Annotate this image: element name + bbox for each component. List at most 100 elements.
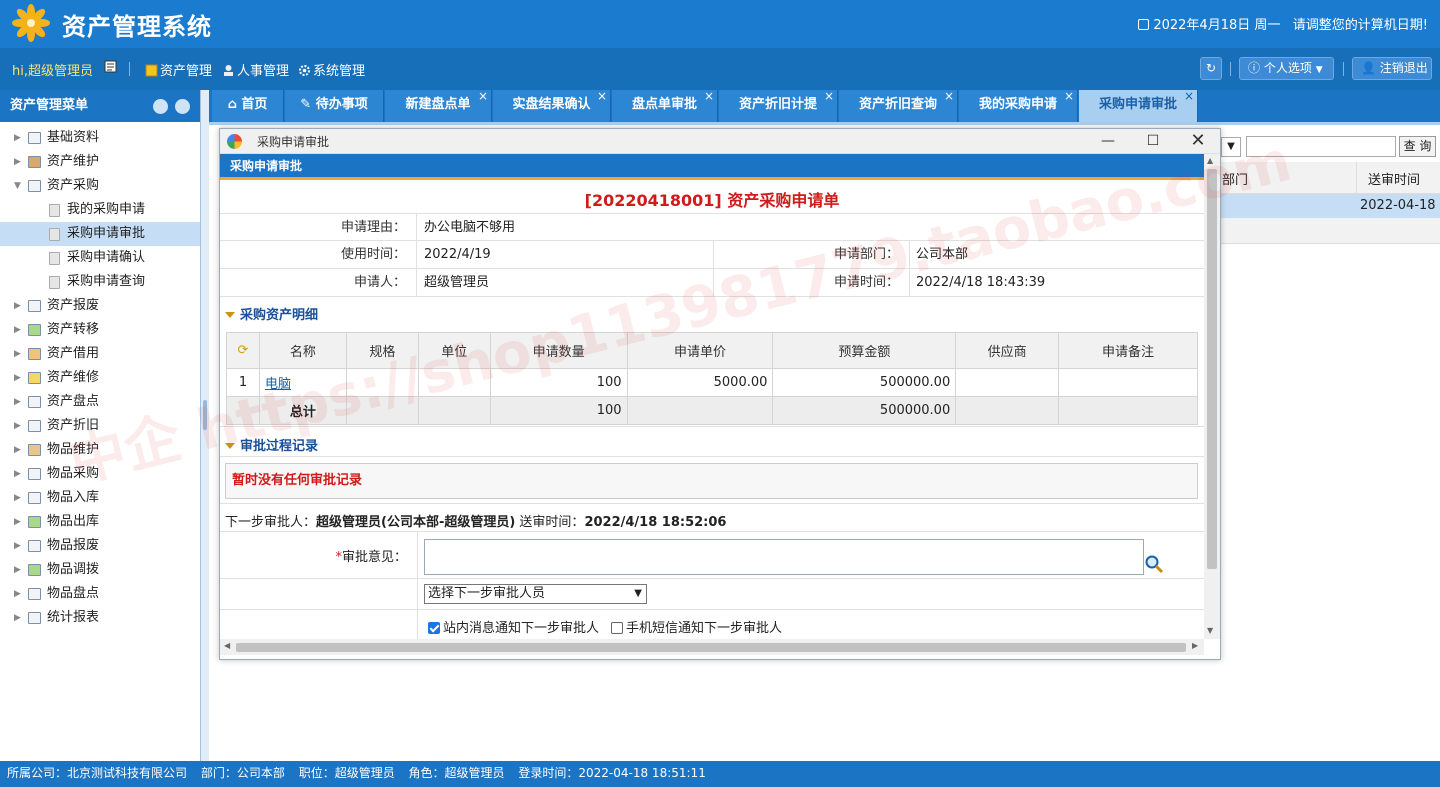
filter-select[interactable]: ▼ <box>1221 137 1241 157</box>
notify-sms-checkbox[interactable]: 手机短信通知下一步审批人 <box>611 617 782 636</box>
search-input[interactable] <box>1246 136 1396 157</box>
row-unit <box>417 368 491 397</box>
checkbox-unchecked[interactable] <box>611 622 623 634</box>
checkbox-checked[interactable] <box>428 622 440 634</box>
dialog-vertical-scrollbar[interactable]: ▲ ▼ <box>1204 154 1220 639</box>
menu-system-management[interactable]: 系统管理 <box>298 60 365 79</box>
apply-time-value: 2022/4/18 18:43:39 <box>916 275 1046 290</box>
transfer-icon <box>28 324 41 336</box>
row-amount: 500000.00 <box>772 368 957 397</box>
tab-inventory-approval[interactable]: 盘点单审批 × <box>612 89 718 122</box>
tab-depreciation-query[interactable]: 资产折旧查询 × <box>839 89 958 122</box>
scroll-up-icon[interactable]: ▲ <box>1207 156 1213 165</box>
total-row: 总计 100 500000.00 <box>226 396 1198 425</box>
browser-logo-icon <box>227 134 242 149</box>
sidebar-item-purchase-confirm[interactable]: 采购申请确认 <box>0 246 200 270</box>
sidebar-item-asset-repair[interactable]: ▶ 资产维修 <box>0 366 200 390</box>
next-step-info: 下一步审批人：超级管理员(公司本部-超级管理员) 送审时间：2022/4/18 … <box>225 511 726 530</box>
applicant-label: 申请人： <box>220 269 417 297</box>
grid-col-dept[interactable]: 部门 <box>1222 169 1248 188</box>
notify-site-checkbox[interactable]: 站内消息通知下一步审批人 <box>428 617 599 636</box>
tab-purchase-approval[interactable]: 采购申请审批 × <box>1079 89 1198 122</box>
sidebar-item-goods-inventory[interactable]: ▶ 物品盘点 <box>0 582 200 606</box>
scroll-right-icon[interactable]: ▶ <box>1192 641 1198 650</box>
scroll-down-icon[interactable]: ▼ <box>1207 626 1213 635</box>
sidebar-item-my-purchase[interactable]: 我的采购申请 <box>0 198 200 222</box>
history-section-header[interactable]: 审批过程记录 <box>225 435 318 454</box>
search-icon[interactable] <box>1144 554 1164 574</box>
sidebar-item-asset-inventory[interactable]: ▶ 资产盘点 <box>0 390 200 414</box>
splitter-grip[interactable] <box>203 400 207 430</box>
refresh-icon[interactable]: ⟳ <box>226 332 260 369</box>
close-icon[interactable]: × <box>944 81 954 111</box>
opinion-textarea[interactable] <box>424 539 1144 575</box>
close-icon[interactable]: × <box>1184 81 1194 111</box>
sidebar-item-asset-purchase[interactable]: ▼ 资产采购 <box>0 174 200 198</box>
close-icon[interactable]: × <box>478 81 488 111</box>
sidebar-item-reports[interactable]: ▶ 统计报表 <box>0 606 200 630</box>
sidebar-item-asset-transfer[interactable]: ▶ 资产转移 <box>0 318 200 342</box>
tab-depreciation-accrual[interactable]: 资产折旧计提 × <box>719 89 838 122</box>
sidebar-splitter[interactable] <box>201 90 209 761</box>
sidebar-item-goods-out[interactable]: ▶ 物品出库 <box>0 510 200 534</box>
sidebar-header: 资产管理菜单 <box>0 90 200 122</box>
tab-todo[interactable]: ✎ 待办事项 <box>285 90 384 122</box>
dialog-titlebar[interactable]: 采购申请审批 — ☐ ✕ <box>220 129 1220 154</box>
sidebar-item-label: 物品维护 <box>47 442 100 457</box>
grid-col-send-time[interactable]: 送审时间 <box>1368 169 1420 188</box>
asset-name-link[interactable]: 电脑 <box>265 377 291 392</box>
refresh-button[interactable]: ↻ <box>1200 57 1222 80</box>
total-amount: 500000.00 <box>772 396 957 425</box>
sidebar-item-goods-allocate[interactable]: ▶ 物品调拨 <box>0 558 200 582</box>
maximize-button[interactable]: ☐ <box>1143 131 1163 151</box>
sidebar-item-asset-depreciation[interactable]: ▶ 资产折旧 <box>0 414 200 438</box>
close-icon[interactable]: × <box>824 81 834 111</box>
close-icon[interactable]: × <box>597 81 607 111</box>
minimize-button[interactable]: — <box>1098 131 1118 151</box>
col-name: 名称 <box>258 332 347 369</box>
personal-options-button[interactable]: ⓘ 个人选项 ▼ <box>1239 57 1334 80</box>
page-icon <box>49 276 60 289</box>
total-blank <box>955 396 1060 425</box>
sidebar-item-asset-borrow[interactable]: ▶ 资产借用 <box>0 342 200 366</box>
notepad-icon[interactable] <box>104 60 119 75</box>
detail-section-header[interactable]: 采购资产明细 <box>225 304 318 323</box>
tab-new-inventory[interactable]: 新建盘点单 × <box>385 89 492 122</box>
chart-icon <box>28 612 41 624</box>
sidebar-item-purchase-query[interactable]: 采购申请查询 <box>0 270 200 294</box>
sidebar-item-label: 物品出库 <box>47 514 100 529</box>
collapse-icon[interactable] <box>153 99 168 114</box>
sidebar-item-goods-in[interactable]: ▶ 物品入库 <box>0 486 200 510</box>
scroll-thumb[interactable] <box>236 643 1186 652</box>
menu-hr-management[interactable]: 人事管理 <box>222 60 289 79</box>
scroll-left-icon[interactable]: ◀ <box>224 641 230 650</box>
sidebar-item-goods-maintain[interactable]: ▶ 物品维护 <box>0 438 200 462</box>
personal-options-label: 个人选项 <box>1263 61 1312 75</box>
sidebar-item-label: 资产借用 <box>47 346 100 361</box>
tab-home[interactable]: ⌂ 首页 <box>212 90 284 122</box>
sidebar-item-asset-maintain[interactable]: ▶ 资产维护 <box>0 150 200 174</box>
menu-asset-management[interactable]: 资产管理 <box>145 60 212 79</box>
scroll-thumb[interactable] <box>1207 169 1217 569</box>
tab-inventory-confirm[interactable]: 实盘结果确认 × <box>493 89 611 122</box>
box-icon <box>28 156 41 168</box>
sidebar-item-goods-purchase[interactable]: ▶ 物品采购 <box>0 462 200 486</box>
expand-arrow-icon: ▶ <box>14 541 21 551</box>
tab-my-purchase[interactable]: 我的采购申请 × <box>959 89 1078 122</box>
close-button[interactable]: ✕ <box>1188 131 1208 151</box>
refresh-icon: ↻ <box>1205 61 1217 75</box>
sidebar-item-asset-scrap[interactable]: ▶ 资产报废 <box>0 294 200 318</box>
row-remark <box>1058 368 1198 397</box>
gear-icon[interactable] <box>175 99 190 114</box>
sidebar-item-purchase-approval[interactable]: 采购申请审批 <box>0 222 200 246</box>
dialog-horizontal-scrollbar[interactable]: ◀ ▶ <box>220 639 1204 655</box>
sidebar-item-goods-scrap[interactable]: ▶ 物品报废 <box>0 534 200 558</box>
next-approver-select[interactable]: 选择下一步审批人员 ▼ <box>424 584 647 604</box>
close-icon[interactable]: × <box>1064 81 1074 111</box>
query-button[interactable]: 查 询 <box>1399 136 1436 157</box>
menu-asset-label: 资产管理 <box>160 64 213 79</box>
sidebar-item-basic[interactable]: ▶ 基础资料 <box>0 126 200 150</box>
logout-button[interactable]: 👤 注销退出 <box>1352 57 1432 80</box>
tab-label: 首页 <box>241 97 268 112</box>
close-icon[interactable]: × <box>704 81 714 111</box>
